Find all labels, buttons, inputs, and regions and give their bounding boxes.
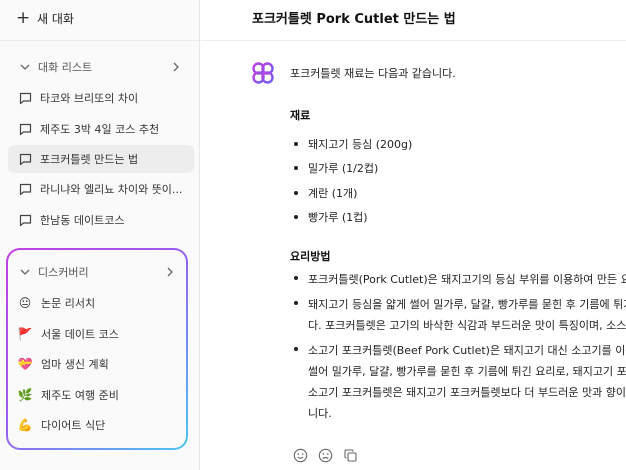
- ingredient-text: 계란 (1개): [308, 186, 358, 200]
- bullet: [294, 190, 298, 195]
- chat-bubble-icon: [19, 153, 32, 165]
- discovery-item-label: 엄마 생신 계획: [41, 358, 109, 371]
- bullet: [294, 347, 298, 351]
- page-title: 포크커틀렛 Pork Cutlet 만드는 법: [252, 12, 456, 27]
- bullet: [294, 276, 298, 280]
- list-item: 빵가루 (1컵): [290, 205, 412, 229]
- chat-bubble-icon: [19, 214, 32, 226]
- discovery-item[interactable]: 🚩 서울 데이트 코스: [18, 321, 178, 347]
- sidebar: + 새 대화 대화 리스트 타코와 브리또의 차이 제주도 3박 4일 코스 추…: [0, 0, 200, 470]
- message-intro: 포크커틀렛 재료는 다음과 같습니다.: [290, 67, 456, 80]
- new-chat-button[interactable]: + 새 대화: [16, 8, 74, 28]
- step-line: 다. 포크커틀렛은 고기의 바삭한 식감과 부드러운 맛이 특징이며, 소스와 …: [308, 319, 626, 332]
- sidebar-item-chat[interactable]: 한남동 데이트코스: [8, 206, 194, 234]
- flexed-biceps-icon: 💪: [17, 418, 33, 432]
- message-actions: [293, 448, 358, 463]
- sidebar-divider: [0, 40, 199, 41]
- method-step: 소고기 포크커틀렛(Beef Pork Cutlet)은 돼지고기 대신 소고기…: [290, 340, 626, 424]
- neutral-face-icon: 😐: [18, 296, 32, 310]
- chat-list-title: 대화 리스트: [38, 61, 93, 74]
- sidebar-item-label: 라니냐와 엘리뇨 차이와 뜻이...: [40, 183, 183, 196]
- sidebar-item-chat[interactable]: 라니냐와 엘리뇨 차이와 뜻이...: [8, 175, 194, 203]
- copy-icon[interactable]: [343, 448, 358, 463]
- step-line: 썰어 밀가루, 달걀, 빵가루를 묻힌 후 기름에 튀긴 요리로, 돼지고기 포…: [308, 365, 626, 378]
- discovery-header[interactable]: 디스커버리: [18, 262, 180, 282]
- step-line: 소고기 포크커틀렛은 돼지고기 포크커틀렛보다 더 부드러운 맛과 향이 나는 …: [308, 386, 626, 399]
- discovery-item[interactable]: 🌿 제주도 여행 준비: [18, 382, 178, 408]
- discovery-panel-inner: 디스커버리 😐 논문 리서치 🚩 서울 데이트 코스 💝 엄마 생신 계획 🌿 …: [8, 250, 186, 448]
- chat-bubble-icon: [19, 92, 32, 104]
- discovery-item-label: 제주도 여행 준비: [41, 389, 119, 402]
- heart-gift-icon: 💝: [17, 357, 33, 371]
- sidebar-item-chat-active[interactable]: 포크커틀렛 만드는 법: [8, 145, 194, 173]
- ingredient-text: 밀가루 (1/2컵): [308, 162, 379, 176]
- discovery-panel: 디스커버리 😐 논문 리서치 🚩 서울 데이트 코스 💝 엄마 생신 계획 🌿 …: [6, 248, 188, 450]
- step-line: 니다.: [308, 407, 332, 420]
- discovery-item-label: 서울 데이트 코스: [41, 328, 119, 341]
- sidebar-item-label: 포크커틀렛 만드는 법: [40, 153, 139, 166]
- ingredients-heading: 재료: [290, 109, 311, 122]
- bullet: [294, 142, 298, 147]
- discovery-item-label: 다이어트 식단: [41, 419, 106, 432]
- discovery-item[interactable]: 💪 다이어트 식단: [18, 412, 178, 438]
- ingredient-text: 돼지고기 등심 (200g): [308, 138, 413, 152]
- chevron-down-icon: [20, 64, 30, 70]
- chat-bubble-icon: [19, 183, 32, 195]
- red-flag-icon: 🚩: [17, 327, 33, 341]
- bullet: [294, 301, 298, 305]
- discovery-item-label: 논문 리서치: [41, 297, 96, 310]
- discovery-item[interactable]: 😐 논문 리서치: [18, 290, 178, 316]
- chevron-down-icon: [20, 269, 30, 275]
- step-line: 소고기 포크커틀렛(Beef Pork Cutlet)은 돼지고기 대신 소고기…: [308, 344, 626, 357]
- new-chat-label: 새 대화: [37, 11, 74, 26]
- bullet: [294, 215, 298, 220]
- method-step: 돼지고기 등심을 얇게 썰어 밀가루, 달걀, 빵가루를 묻힌 후 기름에 튀겨…: [290, 294, 626, 336]
- list-item: 밀가루 (1/2컵): [290, 156, 412, 180]
- sidebar-item-label: 한남동 데이트코스: [40, 214, 125, 227]
- step-line: 포크커틀렛(Pork Cutlet)은 돼지고기의 등심 부위를 이용하여 만든…: [308, 273, 626, 286]
- method-step: 포크커틀렛(Pork Cutlet)은 돼지고기의 등심 부위를 이용하여 만든…: [290, 269, 626, 290]
- chat-list-header[interactable]: 대화 리스트: [18, 57, 186, 77]
- chevron-right-icon[interactable]: [164, 266, 176, 278]
- chat-main: 포크커틀렛 Pork Cutlet 만드는 법 포크커틀렛 재료는 다음과 같습…: [201, 0, 626, 470]
- step-line: 돼지고기 등심을 얇게 썰어 밀가루, 달걀, 빵가루를 묻힌 후 기름에 튀겨…: [308, 298, 626, 311]
- herb-icon: 🌿: [17, 388, 33, 402]
- sidebar-item-label: 제주도 3박 4일 코스 추천: [40, 123, 160, 136]
- bot-logo-icon: [252, 62, 274, 84]
- discovery-item[interactable]: 💝 엄마 생신 계획: [18, 351, 178, 377]
- ingredient-text: 빵가루 (1컵): [308, 211, 368, 225]
- discovery-title: 디스커버리: [38, 266, 89, 279]
- frown-icon[interactable]: [318, 448, 333, 463]
- method-heading: 요리방법: [290, 250, 331, 263]
- smile-icon[interactable]: [293, 448, 308, 463]
- chat-bubble-icon: [19, 123, 32, 135]
- plus-icon: +: [16, 7, 31, 28]
- main-divider: [201, 40, 626, 41]
- ingredients-list: 돼지고기 등심 (200g) 밀가루 (1/2컵) 계란 (1개) 빵가루 (1…: [290, 132, 412, 229]
- list-item: 계란 (1개): [290, 181, 412, 205]
- bullet: [294, 166, 298, 171]
- chevron-right-icon[interactable]: [170, 61, 182, 73]
- sidebar-item-label: 타코와 브리또의 차이: [40, 92, 139, 105]
- list-item: 돼지고기 등심 (200g): [290, 132, 412, 156]
- sidebar-item-chat[interactable]: 제주도 3박 4일 코스 추천: [8, 115, 194, 143]
- sidebar-item-chat[interactable]: 타코와 브리또의 차이: [8, 84, 194, 112]
